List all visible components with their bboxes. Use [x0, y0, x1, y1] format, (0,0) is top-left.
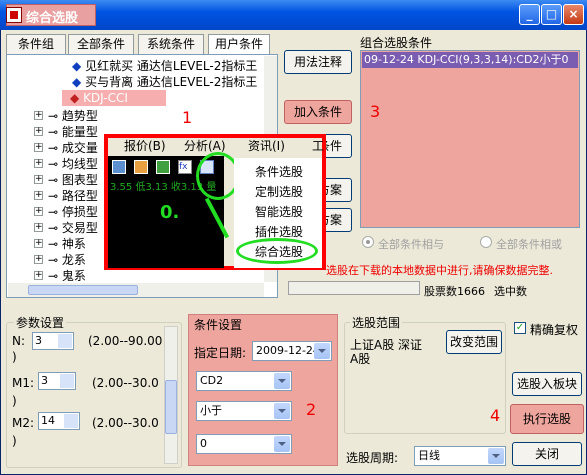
- param-n-label: N:: [12, 334, 26, 348]
- selected-count-label: 选中数: [494, 285, 527, 298]
- radio-or[interactable]: [480, 236, 492, 248]
- param-n-input[interactable]: 3: [32, 332, 74, 350]
- maximize-button[interactable]: □: [541, 4, 562, 25]
- tree-group[interactable]: + ⊸ 路径型: [34, 188, 98, 204]
- param-n-range: (2.00--90.00: [88, 334, 163, 348]
- date-picker[interactable]: 2009-12-24: [252, 341, 332, 361]
- change-range-button[interactable]: 改变范围: [446, 330, 502, 354]
- radio-and-dot: [366, 240, 370, 244]
- field-select[interactable]: CD2: [196, 371, 292, 391]
- tree-item[interactable]: ◆ 见红就买 通达信LEVEL-2指标王: [72, 58, 257, 74]
- toolbar-icon-a[interactable]: [112, 160, 126, 174]
- minimize-button[interactable]: _: [519, 4, 540, 25]
- precise-label: 精确复权: [530, 323, 579, 337]
- tree-group[interactable]: + ⊸ 停损型: [34, 204, 98, 220]
- execute-button[interactable]: 执行选股: [510, 404, 584, 434]
- condition-settings-title: 条件设置: [194, 318, 243, 332]
- params-scroll-thumb[interactable]: [165, 380, 177, 434]
- param-m2-input[interactable]: 14: [38, 412, 80, 430]
- period-label: 选股周期:: [346, 451, 399, 465]
- menu-item-smart-select[interactable]: 智能选股: [234, 202, 324, 222]
- tree-item[interactable]: ◆ 买与背离 通达信LEVEL-2指标王: [72, 74, 257, 90]
- stock-count-label: 股票数1666: [424, 285, 485, 298]
- annotation-2: 2: [306, 400, 317, 419]
- param-m1-range-tail: ): [12, 394, 17, 408]
- toolbar-icon-c[interactable]: [156, 160, 170, 174]
- param-n-range-tail: ): [12, 350, 17, 364]
- annotation-0: 0.: [160, 202, 180, 223]
- date-label: 指定日期:: [194, 346, 247, 360]
- menu-item-custom-select[interactable]: 定制选股: [234, 182, 324, 202]
- scope-text-2: A股: [350, 352, 371, 366]
- tab-system-conditions[interactable]: 系统条件: [138, 34, 204, 54]
- tab-condition-group[interactable]: 条件组: [6, 34, 66, 54]
- menu-tools[interactable]: 工: [312, 138, 324, 154]
- period-select[interactable]: 日线: [414, 446, 506, 466]
- param-m2-range: (2.00--30.0: [92, 416, 159, 430]
- param-m2-label: M2:: [12, 416, 35, 430]
- tab-all-conditions[interactable]: 全部条件: [68, 34, 134, 54]
- param-m1-range: (2.00--30.0: [92, 376, 159, 390]
- add-condition-button[interactable]: 加入条件: [284, 100, 352, 124]
- param-m1-label: M1:: [12, 376, 35, 390]
- window-title: 综合选股: [26, 11, 79, 26]
- params-title: 参数设置: [14, 314, 67, 331]
- radio-or-label: 全部条件相或: [496, 238, 562, 251]
- value-select[interactable]: 0: [196, 434, 292, 454]
- toolbar-icon-b[interactable]: [134, 160, 148, 174]
- tree-group[interactable]: + ⊸ 神系: [34, 236, 86, 252]
- close-button[interactable]: 关闭: [512, 442, 582, 466]
- param-m2-range-tail: ): [12, 434, 17, 448]
- annotation-4: 4: [490, 406, 501, 425]
- annotation-3: 3: [370, 102, 381, 121]
- tree-group[interactable]: + ⊸ 鬼系: [34, 268, 86, 282]
- tree-group[interactable]: + ⊸ 趋势型: [34, 108, 98, 124]
- tree-group[interactable]: + ⊸ 图表型: [34, 172, 98, 188]
- progress-bar: [288, 281, 420, 295]
- tree-group[interactable]: + ⊸ 交易型: [34, 220, 98, 236]
- tree-group[interactable]: + ⊸ 成交量: [34, 140, 98, 156]
- annotation-1: 1: [182, 108, 193, 127]
- menu-quote[interactable]: 报价(B): [124, 138, 166, 154]
- menu-item-condition-select[interactable]: 条件选股: [234, 162, 324, 182]
- scope-title: 选股范围: [350, 314, 403, 331]
- select-into-block-button[interactable]: 选股入板块: [512, 372, 582, 396]
- notice-text: 选股在下载的本地数据中进行,请确保数据完整.: [326, 264, 553, 277]
- app-icon: [6, 7, 22, 23]
- combined-condition-list[interactable]: [360, 50, 580, 228]
- tree-group[interactable]: + ⊸ 均线型: [34, 156, 98, 172]
- tree-group[interactable]: + ⊸ 能量型: [34, 124, 98, 140]
- combined-condition-item[interactable]: 09-12-24 KDJ-CCI(9,3,3,14):CD2小于0: [362, 52, 578, 68]
- green-ellipse-icon: [236, 238, 318, 264]
- combined-label: 组合选股条件: [360, 36, 433, 50]
- toolbar-fx-icon[interactable]: fx: [178, 160, 192, 174]
- tree-group[interactable]: + ⊸ 龙系: [34, 252, 86, 268]
- menu-info[interactable]: 资讯(I): [248, 138, 285, 154]
- tab-user-conditions[interactable]: 用户条件: [208, 34, 270, 54]
- close-window-button[interactable]: ×: [563, 4, 584, 25]
- operator-select[interactable]: 小于: [196, 401, 292, 421]
- radio-and-label: 全部条件相与: [378, 238, 444, 251]
- tree-hscroll-thumb[interactable]: [28, 285, 138, 295]
- param-m1-input[interactable]: 3: [38, 372, 76, 390]
- precise-checkbox[interactable]: ✓: [514, 322, 526, 334]
- tree-item-kdj-cci[interactable]: ◆ KDJ-CCI: [62, 90, 166, 106]
- usage-button[interactable]: 用法注释: [284, 50, 352, 74]
